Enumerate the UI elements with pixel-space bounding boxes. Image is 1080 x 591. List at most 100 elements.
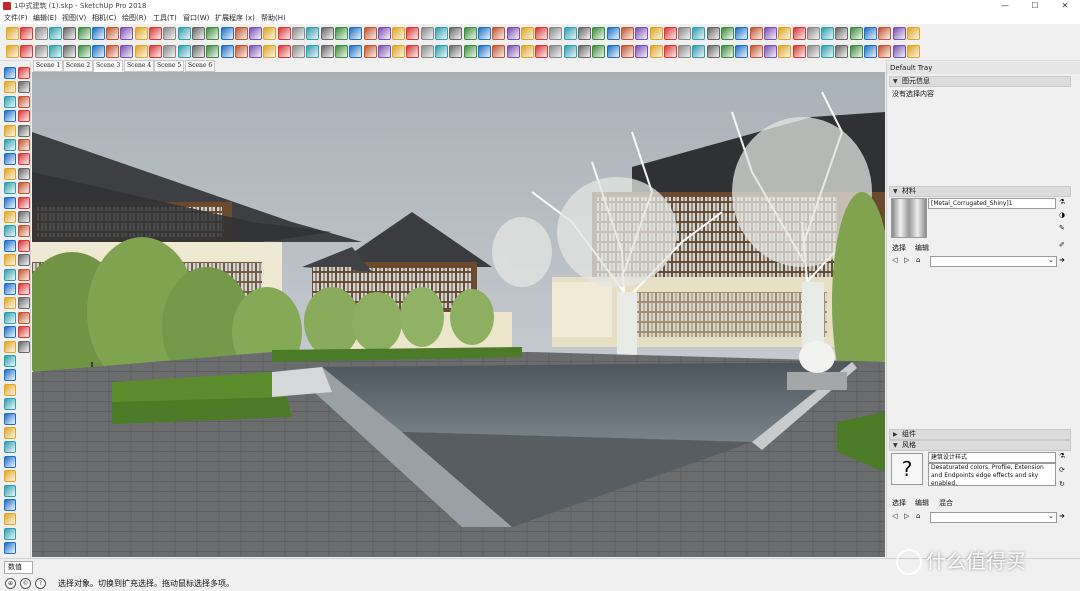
tb2-tool-icon[interactable] [306, 45, 320, 58]
tb2-tool-icon[interactable] [864, 45, 877, 58]
scene-tab-4[interactable]: Scene 4 [124, 60, 155, 72]
sample-paint-icon[interactable]: ✎ [1059, 224, 1065, 232]
left-tool-icon[interactable] [18, 268, 30, 281]
components-header[interactable]: ▶ 组件 [889, 429, 1071, 440]
tb1-tool-icon[interactable] [692, 27, 706, 40]
left-tool-icon[interactable] [18, 311, 30, 324]
left-tool-icon[interactable] [18, 139, 30, 151]
tb1-tool-icon[interactable] [563, 27, 577, 40]
tb2-tool-icon[interactable] [34, 45, 48, 58]
tb1-tool-icon[interactable] [892, 27, 906, 40]
tb1-tool-icon[interactable] [377, 27, 391, 40]
left-tool-icon[interactable] [4, 369, 16, 382]
tb2-tool-icon[interactable] [477, 45, 491, 58]
tb1-tool-icon[interactable] [663, 27, 677, 40]
tb2-tool-icon[interactable] [106, 45, 120, 58]
styles-header[interactable]: ▼ 风格 [889, 440, 1071, 451]
tb2-tool-icon[interactable] [20, 45, 34, 58]
home-icon[interactable]: ⌂ [916, 512, 920, 520]
left-tool-icon[interactable] [4, 67, 16, 79]
chevron-down-icon[interactable]: ⌄ [1048, 256, 1054, 264]
tb2-tool-icon[interactable] [749, 45, 763, 58]
tb1-tool-icon[interactable] [120, 27, 134, 40]
tb1-tool-icon[interactable] [34, 27, 48, 40]
tb2-tool-icon[interactable] [506, 45, 520, 58]
close-button[interactable]: ✕ [1050, 0, 1080, 12]
tb2-tool-icon[interactable] [449, 45, 463, 58]
tb2-tool-icon[interactable] [663, 45, 677, 58]
tb2-tool-icon[interactable] [563, 45, 577, 58]
forward-arrow-icon[interactable]: ▷ [904, 256, 909, 264]
tb1-tool-icon[interactable] [363, 27, 377, 40]
left-tool-icon[interactable] [18, 124, 30, 137]
left-tool-icon[interactable] [4, 455, 16, 468]
tb2-tool-icon[interactable] [463, 45, 477, 58]
tb1-tool-icon[interactable] [6, 27, 19, 40]
left-tool-icon[interactable] [18, 254, 30, 267]
tb1-tool-icon[interactable] [149, 27, 162, 40]
tb2-tool-icon[interactable] [263, 45, 277, 58]
menu-draw[interactable]: 绘图(R) [122, 13, 146, 23]
left-tool-icon[interactable] [4, 470, 16, 483]
details-arrow-icon[interactable]: ➜ [1059, 512, 1065, 520]
tb2-tool-icon[interactable] [191, 45, 205, 58]
left-tool-icon[interactable] [4, 297, 16, 310]
tb2-tool-icon[interactable] [163, 45, 177, 58]
tb2-tool-icon[interactable] [406, 45, 420, 58]
tb1-tool-icon[interactable] [492, 27, 506, 40]
tb2-tool-icon[interactable] [906, 45, 920, 58]
left-tool-icon[interactable] [4, 268, 16, 281]
menu-help[interactable]: 帮助(H) [261, 13, 286, 23]
scene-tab-3[interactable]: Scene 3 [93, 60, 124, 72]
menu-edit[interactable]: 编辑(E) [33, 13, 57, 23]
scene-tab-5[interactable]: Scene 5 [154, 60, 185, 72]
left-tool-icon[interactable] [18, 340, 30, 353]
left-tool-icon[interactable] [4, 513, 16, 526]
home-icon[interactable]: ⌂ [916, 256, 920, 264]
tb1-tool-icon[interactable] [163, 27, 177, 40]
forward-arrow-icon[interactable]: ▷ [904, 512, 909, 520]
left-tool-icon[interactable] [4, 124, 16, 137]
tb1-tool-icon[interactable] [520, 27, 534, 40]
tb1-tool-icon[interactable] [806, 27, 820, 40]
left-tool-icon[interactable] [4, 311, 16, 324]
tb2-tool-icon[interactable] [520, 45, 534, 58]
entity-info-header[interactable]: ▼ 图元信息 [889, 76, 1071, 87]
tb1-tool-icon[interactable] [349, 27, 363, 40]
tb1-tool-icon[interactable] [792, 27, 806, 40]
left-tool-icon[interactable] [4, 211, 16, 223]
left-tool-icon[interactable] [18, 167, 30, 180]
tb2-tool-icon[interactable] [849, 45, 863, 58]
tb2-tool-icon[interactable] [320, 45, 334, 58]
tb2-tool-icon[interactable] [678, 45, 692, 58]
tb2-tool-icon[interactable] [835, 45, 849, 58]
left-tool-icon[interactable] [18, 239, 30, 252]
materials-header[interactable]: ▼ 材料 [889, 186, 1071, 197]
tb1-tool-icon[interactable] [48, 27, 62, 40]
tb2-tool-icon[interactable] [91, 45, 105, 58]
update-style-icon[interactable]: ⟳ [1059, 466, 1065, 474]
tb2-tool-icon[interactable] [6, 45, 19, 58]
tb1-tool-icon[interactable] [392, 27, 406, 40]
tb1-tool-icon[interactable] [864, 27, 877, 40]
tb1-tool-icon[interactable] [406, 27, 420, 40]
tb1-tool-icon[interactable] [678, 27, 692, 40]
tb1-tool-icon[interactable] [334, 27, 348, 40]
left-tool-icon[interactable] [4, 239, 16, 252]
tb1-tool-icon[interactable] [306, 27, 320, 40]
tb2-tool-icon[interactable] [334, 45, 348, 58]
tb2-tool-icon[interactable] [292, 45, 305, 58]
left-tool-icon[interactable] [4, 398, 16, 411]
tb1-tool-icon[interactable] [592, 27, 606, 40]
refresh-icon[interactable]: ↻ [1059, 480, 1065, 488]
tb2-tool-icon[interactable] [377, 45, 391, 58]
material-name-field[interactable]: [Metal_Corrugated_Shiny]1 [928, 198, 1056, 209]
tb1-tool-icon[interactable] [878, 27, 892, 40]
style-library-select[interactable] [930, 512, 1057, 523]
tb1-tool-icon[interactable] [749, 27, 763, 40]
eyedropper-icon[interactable]: ✐ [1059, 241, 1065, 249]
tb1-tool-icon[interactable] [77, 27, 91, 40]
tb1-tool-icon[interactable] [463, 27, 477, 40]
tb2-tool-icon[interactable] [649, 45, 663, 58]
tb2-tool-icon[interactable] [792, 45, 806, 58]
